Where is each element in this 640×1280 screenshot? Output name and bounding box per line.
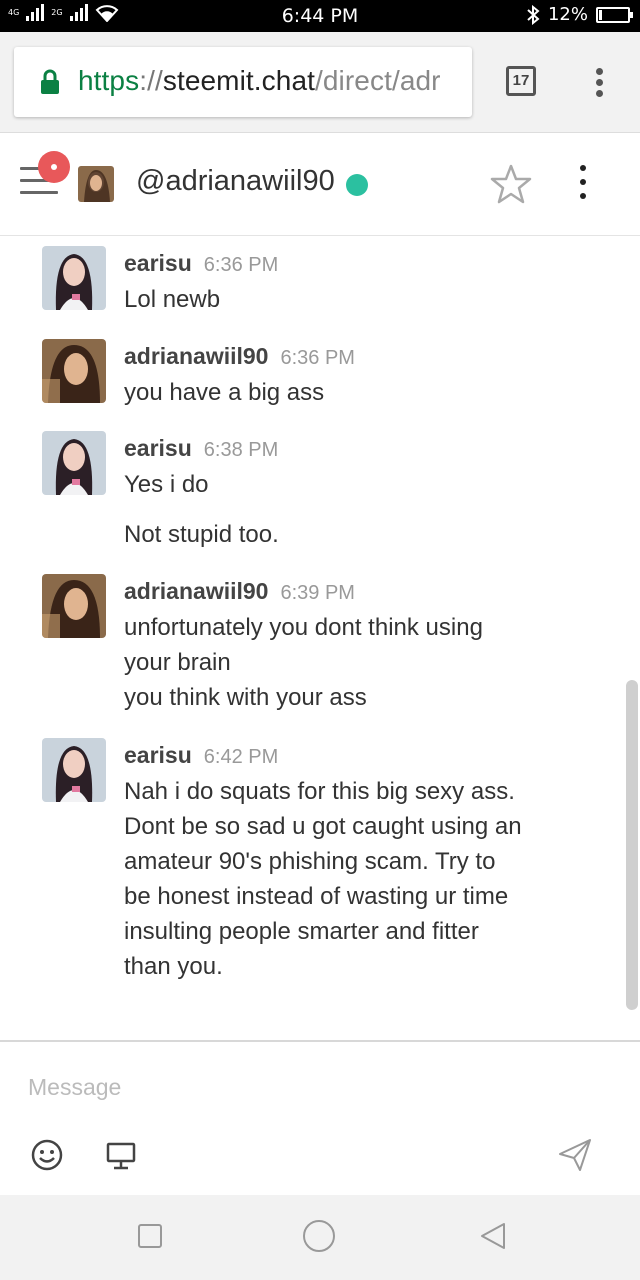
message-header: earisu 6:38 PM [124, 435, 278, 462]
status-bar: 4G 2G 6:44 PM 12% [0, 0, 640, 32]
avatar[interactable] [42, 246, 106, 310]
screen-share-icon[interactable] [104, 1140, 138, 1172]
chat-username: @adrianawiil90 [136, 165, 335, 197]
message-text: your brain [124, 649, 231, 676]
battery-percent: 12% [547, 4, 588, 25]
message-composer [0, 1040, 640, 1195]
recent-apps-icon[interactable] [138, 1224, 162, 1248]
url-host: steemit.chat [162, 65, 315, 96]
message-text: be honest instead of wasting ur time [124, 883, 509, 910]
star-icon[interactable] [490, 163, 532, 205]
message-text: Not stupid too. [124, 521, 279, 548]
message-text: Nah i do squats for this big sexy ass. [124, 778, 515, 805]
message-input[interactable] [28, 1070, 588, 1104]
message-time: 6:38 PM [203, 439, 279, 461]
message-username[interactable]: earisu [124, 742, 192, 768]
message-username[interactable]: earisu [124, 250, 192, 276]
message-text: Yes i do [124, 471, 209, 498]
url-scheme: https [78, 65, 140, 96]
lock-icon [41, 69, 59, 94]
battery-icon [596, 6, 633, 23]
avatar[interactable] [42, 574, 106, 638]
message-text: Lol newb [124, 286, 221, 313]
url-path: /direct/adr [315, 65, 441, 96]
avatar[interactable] [42, 431, 106, 495]
message-username[interactable]: adrianawiil90 [124, 343, 268, 369]
message-username[interactable]: adrianawiil90 [124, 578, 268, 604]
chat-options-icon[interactable] [578, 165, 588, 205]
status-right: 12% [526, 4, 633, 25]
back-icon[interactable] [478, 1221, 508, 1251]
send-icon[interactable] [556, 1136, 594, 1174]
message-time: 6:42 PM [203, 746, 279, 768]
message-username[interactable]: earisu [124, 435, 192, 461]
browser-toolbar: https://steemit.chat/direct/adr 17 [0, 32, 640, 132]
url-text[interactable]: https://steemit.chat/direct/adr [78, 65, 441, 97]
bluetooth-icon [527, 4, 540, 25]
message-header: earisu 6:42 PM [124, 742, 278, 769]
emoji-icon[interactable] [30, 1138, 64, 1172]
battery-level-fill [599, 9, 602, 20]
avatar[interactable] [42, 738, 106, 802]
message-text: than you. [124, 953, 223, 980]
message-header: adrianawiil90 6:39 PM [124, 578, 355, 605]
message-header: earisu 6:36 PM [124, 250, 278, 277]
message-text: insulting people smarter and fitter [124, 918, 479, 945]
message-list[interactable]: earisu 6:36 PM Lol newb adrianawiil90 6:36… [0, 236, 640, 1040]
message-text: Dont be so sad u got caught using an [124, 813, 522, 840]
message-time: 6:36 PM [280, 347, 355, 369]
browser-menu-icon[interactable] [594, 68, 604, 97]
avatar[interactable] [42, 339, 106, 403]
message-text: you have a big ass [124, 379, 325, 406]
message-time: 6:36 PM [203, 254, 279, 276]
chat-header: @adrianawiil90 [0, 132, 640, 236]
tab-switcher-button[interactable]: 17 [506, 66, 536, 96]
message-text: you think with your ass [124, 684, 367, 711]
url-separator: :// [139, 65, 163, 96]
online-status-indicator [346, 174, 368, 196]
message-text: unfortunately you dont think using [124, 614, 483, 641]
message-scrollbar[interactable] [626, 680, 638, 1010]
avatar[interactable] [78, 166, 114, 202]
message-text: amateur 90's phishing scam. Try to [124, 848, 496, 875]
home-icon[interactable] [303, 1220, 335, 1252]
system-navigation-bar [0, 1195, 640, 1280]
message-time: 6:39 PM [280, 582, 355, 604]
notification-badge [38, 151, 70, 183]
address-bar[interactable]: https://steemit.chat/direct/adr [14, 47, 472, 117]
message-header: adrianawiil90 6:36 PM [124, 343, 355, 370]
